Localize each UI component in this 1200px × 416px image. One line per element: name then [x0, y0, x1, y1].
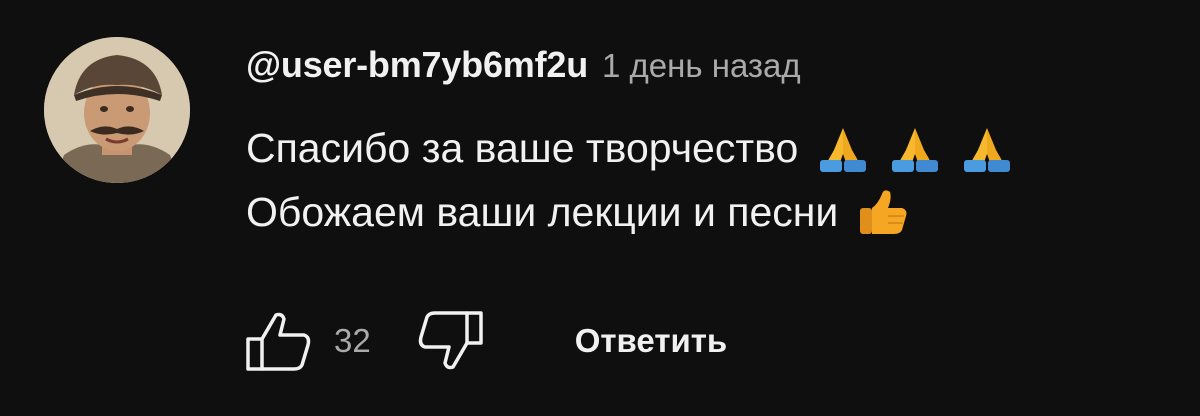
comment-line-text: Спасибо за ваше творчество: [246, 125, 799, 171]
comment-header: @user-bm7yb6mf2u 1 день назад: [246, 44, 1180, 96]
emoji-group: [814, 124, 1016, 172]
comment-timestamp[interactable]: 1 день назад: [602, 47, 801, 85]
thumbs-down-outline-icon: [418, 311, 483, 370]
comment-thread: @user-bm7yb6mf2u 1 день назад Спасибо за…: [0, 0, 1200, 416]
comment-line-2: Обожаем ваши лекции и песни: [246, 180, 1180, 244]
folded-hands-icon: [964, 128, 1011, 172]
like-button[interactable]: [240, 306, 316, 376]
emoji-group: [854, 188, 912, 236]
like-count: 32: [334, 322, 371, 359]
author-name[interactable]: @user-bm7yb6mf2u: [246, 44, 588, 86]
avatar[interactable]: [44, 37, 190, 183]
comment-line-text: Обожаем ваши лекции и песни: [246, 189, 839, 235]
avatar-image: [44, 37, 190, 183]
dislike-button[interactable]: [413, 306, 489, 376]
comment-line-1: Спасибо за ваше творчество: [246, 116, 1180, 180]
comment-body: @user-bm7yb6mf2u 1 день назад Спасибо за…: [246, 44, 1180, 244]
reply-button[interactable]: Ответить: [575, 322, 728, 360]
thumbs-up-outline-icon: [246, 312, 311, 371]
folded-hands-icon: [892, 128, 939, 172]
folded-hands-icon: [820, 128, 867, 172]
thumbs-up-emoji-icon: [860, 190, 907, 234]
comment-text: Спасибо за ваше творчество Обожаем ваши …: [246, 116, 1180, 244]
comment-actions: 32 Ответить: [240, 306, 727, 376]
